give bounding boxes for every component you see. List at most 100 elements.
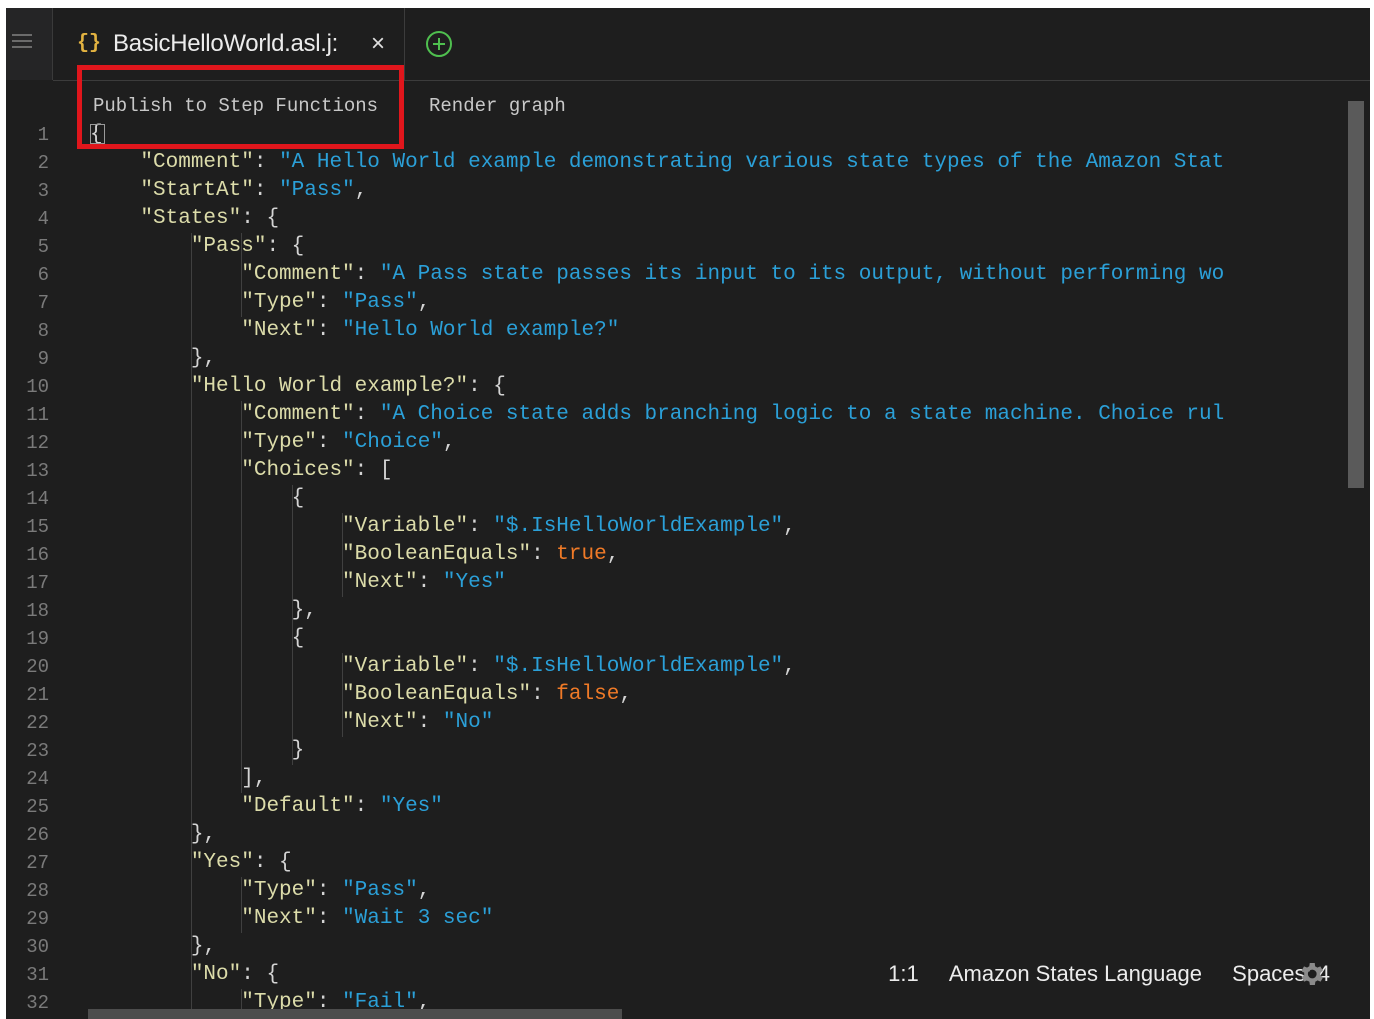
language-mode[interactable]: Amazon States Language [949,961,1202,986]
code-token: "Hello World example?" [190,375,469,398]
code-token: ], [90,767,267,790]
code-token: : [316,879,343,902]
vertical-scrollbar[interactable] [1348,101,1364,488]
indent-guide [190,373,192,849]
code-line: }, [90,933,216,961]
code-line: "Comment": "A Pass state passes its inpu… [90,261,1224,289]
code-token: "$.IsHelloWorldExample" [493,655,784,678]
code-line: "Comment": "A Hello World example demons… [90,149,1224,177]
code-token: "Next" [241,319,317,342]
code-token: "Comment" [140,151,254,174]
line-number: 28 [26,880,49,902]
code-token: : [468,515,494,538]
horizontal-scrollbar[interactable] [88,1009,622,1019]
publish-to-step-functions-link[interactable]: Publish to Step Functions [93,95,378,117]
code-line: "StartAt": "Pass", [90,177,367,205]
code-line: "Type": "Choice", [90,429,455,457]
code-token: "Yes" [442,571,506,594]
code-token: : [316,907,343,930]
code-token: "Default" [241,795,355,818]
code-token: false [556,683,620,706]
code-token: , [417,291,431,314]
code-line: "Next": "Wait 3 sec" [90,905,493,933]
code-line: "Variable": "$.IsHelloWorldExample", [90,653,796,681]
json-file-icon: {} [77,32,102,55]
line-number: 1 [37,124,49,146]
code-token: : [417,711,443,734]
indent-guide [190,849,192,1017]
code-line: { [90,485,305,513]
code-token: "Type" [241,431,317,454]
code-token: : { [468,375,506,398]
line-number: 14 [26,488,49,510]
code-token: "Type" [241,291,317,314]
close-icon[interactable]: × [371,30,385,58]
code-token: "Variable" [342,515,469,538]
code-token: "Hello World example?" [342,319,620,342]
cursor-position[interactable]: 1:1 [888,961,919,986]
line-number: 11 [26,404,49,426]
code-token: : [354,795,380,818]
line-number: 15 [26,516,49,538]
code-token: : [531,683,557,706]
code-line: "Type": "Pass", [90,289,430,317]
code-token: : [531,543,557,566]
gear-icon[interactable] [1296,959,1326,989]
code-token: "Next" [241,907,317,930]
sidebar-strip [6,8,53,80]
code-token: : { [241,207,280,230]
text-cursor [90,124,105,144]
indent-guide [241,233,243,317]
code-line: "Type": "Pass", [90,877,430,905]
code-token: "No" [190,963,242,986]
code-line: "No": { [90,961,279,989]
code-line: "Comment": "A Choice state adds branchin… [90,401,1224,429]
line-number: 25 [26,796,49,818]
tab-basichelloworld[interactable]: {} BasicHelloWorld.asl.j: × [53,8,405,80]
indent-guide [241,401,243,793]
code-token: "Pass" [342,291,418,314]
indent-guide [342,653,343,737]
render-graph-link[interactable]: Render graph [429,95,566,117]
code-token: : [253,179,280,202]
code-token: true [556,543,607,566]
code-token: "A Hello World example demonstrating var… [279,151,1225,174]
code-line: "BooleanEquals": true, [90,541,619,569]
code-token: : { [266,235,305,258]
code-line: "BooleanEquals": false, [90,681,632,709]
indent-guide [342,513,343,597]
code-token: { [90,487,305,510]
code-token: }, [90,935,217,958]
code-token: }, [90,347,217,370]
line-number: 31 [26,964,49,986]
code-token: "StartAt" [140,179,254,202]
code-line: "Pass": { [90,233,304,261]
add-tab-icon[interactable] [426,31,452,57]
code-token: "Type" [241,879,317,902]
code-token: "Pass" [279,179,355,202]
code-token: : [417,571,443,594]
line-number: 21 [26,684,49,706]
code-token: : [468,655,494,678]
code-token: : [316,431,343,454]
code-line: ], [90,765,266,793]
hamburger-menu-icon[interactable] [12,34,32,52]
code-token: }, [90,599,317,622]
code-token: "BooleanEquals" [342,543,532,566]
line-number: 8 [37,320,49,342]
code-editor[interactable]: Publish to Step Functions Render graph 1… [6,65,1370,1019]
line-number: 6 [37,264,49,286]
line-number: 32 [26,992,49,1014]
code-token: "Pass" [342,879,418,902]
code-token: "Variable" [342,655,469,678]
